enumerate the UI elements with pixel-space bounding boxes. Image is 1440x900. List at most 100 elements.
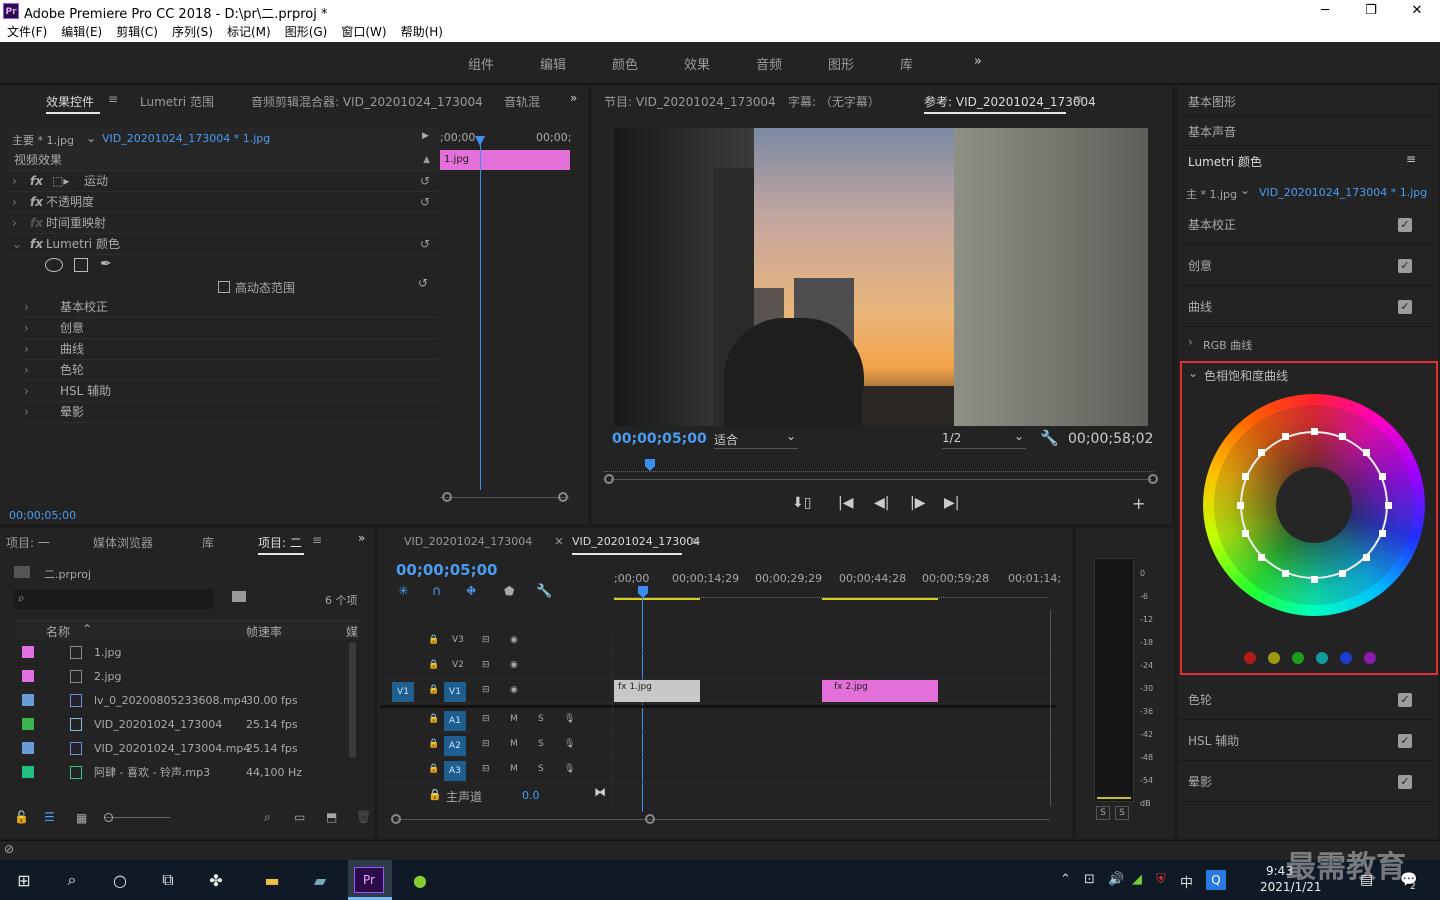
menu-help[interactable]: 帮助(H) [394, 22, 450, 42]
track-a3[interactable]: 🔒 ⊟ M S 🎙 [380, 759, 1056, 783]
section-hsl-secondary[interactable]: HSL 辅助 ✓ [1180, 721, 1432, 761]
menu-sequence[interactable]: 序列(S) [165, 22, 220, 42]
pen-mask-icon[interactable]: ✒ [100, 256, 112, 272]
col-name[interactable]: 名称 [46, 623, 70, 640]
swatch-green[interactable] [1292, 652, 1304, 664]
source-patch-v1[interactable]: V1 [392, 682, 414, 702]
workspace-assembly[interactable]: 组件 [468, 54, 494, 73]
ec-clip-link[interactable]: VID_20201024_173004 * 1.jpg [102, 132, 270, 145]
section-color-wheels[interactable]: 色轮 ✓ [1180, 680, 1432, 720]
cortana-icon[interactable]: ○ [104, 864, 136, 896]
tab-sequence-1[interactable]: VID_20201024_173004 [404, 535, 532, 548]
scroll-handle-left[interactable] [604, 474, 614, 484]
add-button-icon[interactable]: + [1132, 494, 1145, 513]
effect-opacity[interactable]: › fx 不透明度 ↺ [8, 192, 438, 213]
zoom-handle-right[interactable] [558, 492, 568, 502]
lock-icon[interactable]: 🔓 [14, 810, 29, 824]
tab-menu-icon[interactable]: ≡ [312, 533, 322, 547]
bin-icon[interactable] [232, 591, 246, 602]
reset-icon[interactable]: ↺ [418, 276, 428, 290]
add-marker-icon[interactable]: ⬟ [504, 584, 514, 598]
section-basic-correction[interactable]: 基本校正 ✓ [1180, 205, 1432, 245]
go-to-out-icon[interactable]: ▶| [944, 495, 959, 511]
swatch-magenta[interactable] [1364, 652, 1376, 664]
menu-markers[interactable]: 标记(M) [220, 22, 278, 42]
target-a3[interactable]: A3 [444, 761, 466, 781]
curve-point[interactable] [1378, 473, 1386, 481]
section-curves[interactable]: 曲线 ✓ [1180, 287, 1432, 327]
marker-button[interactable]: ⬇▯ [792, 495, 811, 511]
menu-edit[interactable]: 编辑(E) [54, 22, 109, 42]
sub-vignette[interactable]: › 晕影 [20, 402, 438, 423]
project-item[interactable]: VID_20201024_173004.mp4 25.14 fps [14, 737, 348, 761]
qq-icon[interactable]: Q [1206, 870, 1226, 890]
panel-overflow-icon[interactable]: » [358, 531, 365, 545]
go-to-end-icon[interactable]: ⧓ [594, 785, 606, 799]
timeline-timecode[interactable]: 00;00;05;00 [396, 561, 498, 579]
sort-up-icon[interactable]: ⌃ [82, 622, 92, 636]
slider-handle[interactable] [104, 813, 113, 822]
tab-audio-track-mixer[interactable]: 音轨混 [504, 93, 540, 110]
effect-time-remap[interactable]: › fx 时间重映射 [8, 213, 438, 234]
ec-timecode[interactable]: 00;00;05;00 [9, 509, 76, 522]
v-scrollbar[interactable] [1050, 610, 1051, 806]
solo-left-button[interactable]: S [1096, 806, 1110, 820]
tab-project-2[interactable]: 项目: 二 [258, 534, 302, 551]
target-v1[interactable]: V1 [444, 682, 466, 702]
search-icon[interactable]: ⌕ [56, 864, 88, 896]
wrench-icon[interactable]: 🔧 [1040, 429, 1059, 447]
ellipse-mask-icon[interactable] [45, 258, 63, 272]
close-tab-icon[interactable]: × [554, 534, 564, 548]
trash-icon[interactable]: 🗑 [356, 810, 371, 824]
solo-right-button[interactable]: S [1115, 806, 1129, 820]
essential-sound-item[interactable]: 基本声音 [1188, 123, 1236, 140]
clip-2jpg[interactable]: fx 2.jpg [822, 680, 938, 702]
curve-point[interactable] [1236, 501, 1244, 509]
section-creative[interactable]: 创意 ✓ [1180, 246, 1432, 286]
maximize-button[interactable]: ❐ [1348, 0, 1394, 22]
chevron-down-icon[interactable]: ⌄ [86, 131, 96, 145]
nvidia-icon[interactable]: ◢ [1132, 872, 1142, 887]
menu-window[interactable]: 窗口(W) [334, 22, 393, 42]
target-a1[interactable]: A1 [444, 711, 466, 731]
tab-media-browser[interactable]: 媒体浏览器 [93, 534, 153, 551]
notes-app-icon[interactable]: ▰ [304, 864, 336, 896]
workspace-editing[interactable]: 编辑 [540, 54, 566, 73]
workspace-audio[interactable]: 音频 [756, 54, 782, 73]
menu-file[interactable]: 文件(F) [0, 22, 54, 42]
hue-sat-label[interactable]: 色相饱和度曲线 [1204, 367, 1288, 384]
network-icon[interactable]: ⊡ [1084, 872, 1095, 887]
play-icon[interactable]: |▶ [910, 495, 925, 511]
curve-point[interactable] [1258, 449, 1266, 457]
swatch-yellow[interactable] [1268, 652, 1280, 664]
new-item-icon[interactable]: ⬒ [326, 810, 337, 824]
sub-basic-correction[interactable]: › 基本校正 [20, 297, 438, 318]
project-item[interactable]: 2.jpg [14, 665, 348, 689]
tab-reference[interactable]: 参考: VID_20201024_173004 [924, 93, 1096, 110]
minimize-button[interactable]: ─ [1302, 0, 1348, 22]
curve-point[interactable] [1338, 569, 1346, 577]
timeline-ruler[interactable] [614, 590, 1048, 598]
timeline-settings-wrench-icon[interactable]: 🔧 [536, 584, 552, 599]
workspace-color[interactable]: 颜色 [612, 54, 638, 73]
swatch-cyan[interactable] [1316, 652, 1328, 664]
tab-audio-clip-mixer[interactable]: 音频剪辑混合器: VID_20201024_173004 [251, 93, 483, 110]
effect-lumetri-color[interactable]: ⌄ fx Lumetri 颜色 ↺ [8, 234, 438, 255]
sub-creative[interactable]: › 创意 [20, 318, 438, 339]
linked-selection-icon[interactable]: ⛖ [466, 584, 476, 599]
swatch-blue[interactable] [1340, 652, 1352, 664]
section-vignette[interactable]: 晕影 ✓ [1180, 762, 1432, 802]
target-a2[interactable]: A2 [444, 736, 466, 756]
list-view-icon[interactable]: ☰ [44, 810, 55, 824]
premiere-taskbar-icon[interactable]: Pr [354, 867, 384, 893]
project-item[interactable]: 1.jpg [14, 641, 348, 665]
step-back-icon[interactable]: ◀| [874, 495, 889, 511]
new-bin-icon[interactable]: ▭ [294, 810, 305, 824]
menu-graphics[interactable]: 图形(G) [278, 22, 335, 42]
chevron-right-icon[interactable]: › [1188, 335, 1193, 349]
curve-point[interactable] [1378, 529, 1386, 537]
workspace-effects[interactable]: 效果 [684, 54, 710, 73]
project-item[interactable]: VID_20201024_173004 25.14 fps [14, 713, 348, 737]
h-scrollbar[interactable] [396, 819, 1050, 820]
scroll-handle-right[interactable] [645, 814, 655, 824]
